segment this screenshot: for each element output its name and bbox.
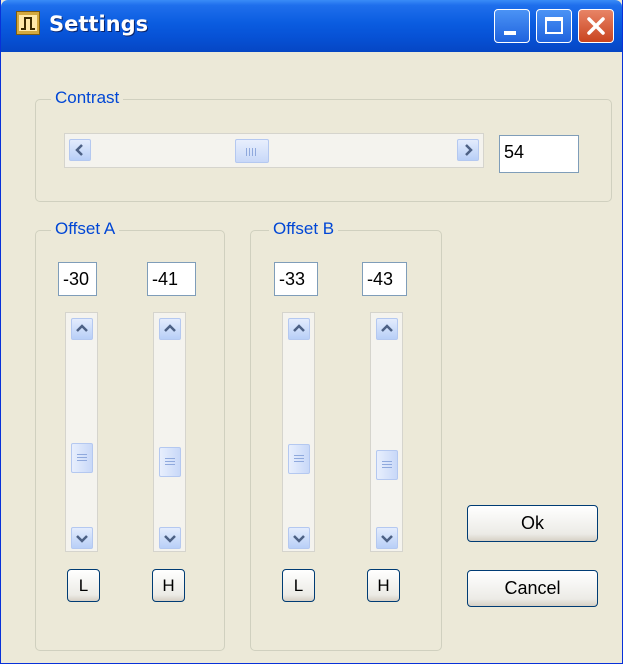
grip-icon bbox=[246, 148, 258, 156]
maximize-icon bbox=[545, 17, 563, 34]
offset-b-label: Offset B bbox=[269, 219, 339, 239]
scroll-thumb[interactable] bbox=[71, 443, 93, 473]
arrow-down-icon bbox=[293, 535, 305, 543]
app-icon bbox=[16, 11, 40, 35]
contrast-label: Contrast bbox=[51, 88, 124, 108]
title-bar[interactable]: Settings bbox=[1, 0, 622, 52]
scroll-down-button[interactable] bbox=[159, 527, 181, 549]
scroll-left-button[interactable] bbox=[69, 139, 91, 161]
contrast-value-field[interactable]: 54 bbox=[499, 135, 579, 173]
maximize-button[interactable] bbox=[536, 9, 572, 43]
arrow-up-icon bbox=[164, 324, 176, 332]
scroll-up-button[interactable] bbox=[71, 318, 93, 340]
grip-icon bbox=[294, 455, 304, 464]
scroll-thumb[interactable] bbox=[288, 444, 310, 474]
arrow-down-icon bbox=[381, 535, 393, 543]
scroll-up-button[interactable] bbox=[159, 318, 181, 340]
minimize-icon bbox=[504, 31, 516, 35]
grip-icon bbox=[382, 461, 392, 470]
grip-icon bbox=[165, 458, 175, 467]
ok-button[interactable]: Ok bbox=[467, 505, 598, 542]
arrow-up-icon bbox=[293, 324, 305, 332]
arrow-up-icon bbox=[381, 324, 393, 332]
arrow-left-icon bbox=[75, 144, 83, 156]
scroll-down-button[interactable] bbox=[376, 527, 398, 549]
grip-icon bbox=[77, 454, 87, 463]
contrast-scroll-thumb[interactable] bbox=[235, 139, 269, 163]
offset-b-low-value[interactable]: -33 bbox=[274, 262, 318, 296]
offset-a-low-button[interactable]: L bbox=[67, 569, 100, 602]
offset-b-high-scrollbar[interactable] bbox=[370, 312, 403, 552]
offset-a-low-value[interactable]: -30 bbox=[58, 262, 97, 296]
offset-a-high-scrollbar[interactable] bbox=[153, 312, 186, 552]
close-button[interactable] bbox=[578, 9, 614, 43]
scroll-thumb[interactable] bbox=[376, 450, 398, 480]
offset-b-high-button[interactable]: H bbox=[367, 569, 400, 602]
window-title: Settings bbox=[49, 12, 149, 36]
arrow-up-icon bbox=[76, 324, 88, 332]
scroll-down-button[interactable] bbox=[288, 527, 310, 549]
minimize-button[interactable] bbox=[494, 9, 530, 43]
scroll-down-button[interactable] bbox=[71, 527, 93, 549]
offset-a-high-button[interactable]: H bbox=[152, 569, 185, 602]
settings-window: Settings Contrast 54 Offset A -30 -41 L … bbox=[0, 0, 623, 664]
scroll-right-button[interactable] bbox=[457, 139, 479, 161]
offset-b-low-button[interactable]: L bbox=[282, 569, 315, 602]
arrow-right-icon bbox=[465, 144, 473, 156]
offset-a-low-scrollbar[interactable] bbox=[65, 312, 98, 552]
arrow-down-icon bbox=[76, 535, 88, 543]
scroll-up-button[interactable] bbox=[376, 318, 398, 340]
scroll-thumb[interactable] bbox=[159, 447, 181, 477]
offset-a-high-value[interactable]: -41 bbox=[147, 262, 196, 296]
scroll-up-button[interactable] bbox=[288, 318, 310, 340]
close-icon bbox=[587, 17, 605, 35]
cancel-button[interactable]: Cancel bbox=[467, 570, 598, 607]
arrow-down-icon bbox=[164, 535, 176, 543]
contrast-scrollbar[interactable] bbox=[64, 133, 484, 168]
offset-a-label: Offset A bbox=[51, 219, 120, 239]
offset-b-high-value[interactable]: -43 bbox=[362, 262, 407, 296]
offset-b-low-scrollbar[interactable] bbox=[282, 312, 315, 552]
